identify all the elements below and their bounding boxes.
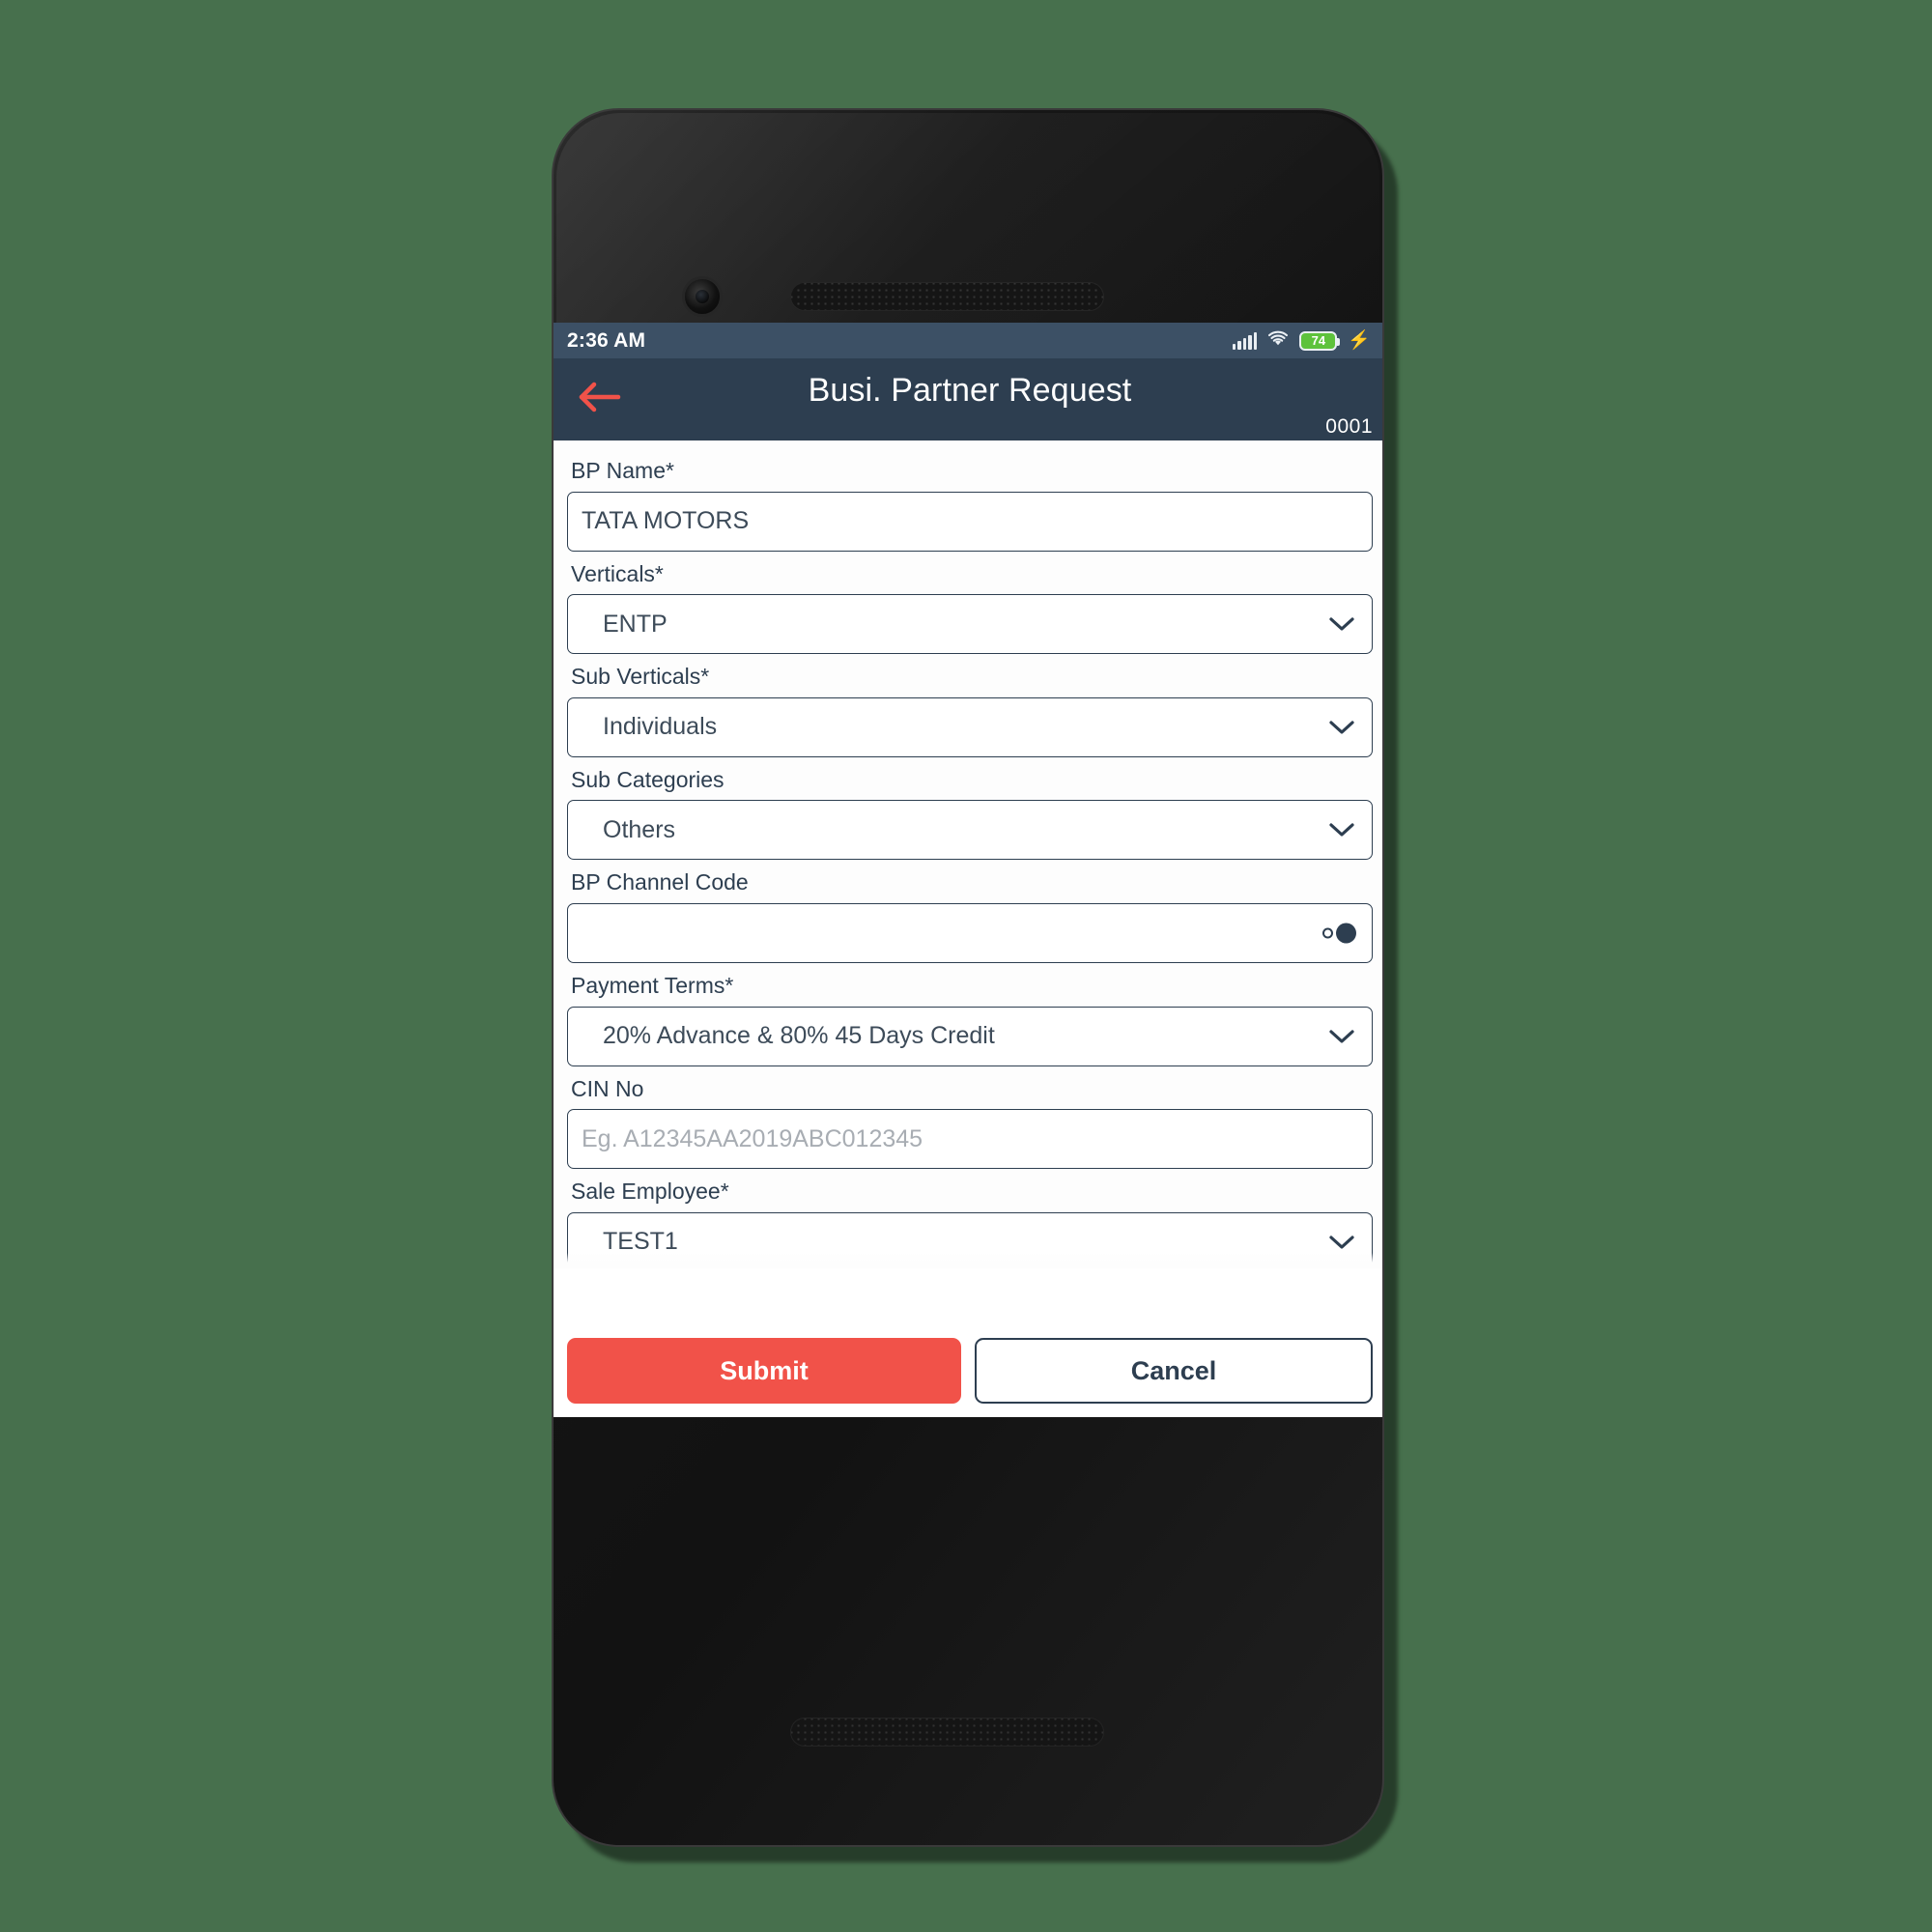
payment-terms-value: 20% Advance & 80% 45 Days Credit <box>603 1022 995 1050</box>
front-camera-icon <box>682 276 723 317</box>
cancel-button[interactable]: Cancel <box>975 1338 1373 1404</box>
app-header: Busi. Partner Request 0001 <box>554 358 1382 440</box>
cin-no-input[interactable]: Eg. A12345AA2019ABC012345 <box>567 1109 1373 1170</box>
payment-terms-select[interactable]: 20% Advance & 80% 45 Days Credit <box>567 1006 1373 1066</box>
field-bp-name: BP Name* TATA MOTORS <box>567 450 1373 552</box>
field-sub-categories: Sub Categories Others <box>567 759 1373 861</box>
sub-verticals-select[interactable]: Individuals <box>567 696 1373 757</box>
earpiece-speaker-grille <box>790 282 1104 311</box>
submit-button[interactable]: Submit <box>567 1338 961 1404</box>
sub-categories-value: Others <box>603 815 676 843</box>
field-bp-channel-code: BP Channel Code <box>567 862 1373 963</box>
sale-employee-select[interactable]: TEST1 <box>567 1211 1373 1268</box>
field-payment-terms: Payment Terms* 20% Advance & 80% 45 Days… <box>567 965 1373 1066</box>
phone-body: 2:36 AM 74 ⚡ Busi. Partner Request 0001 … <box>552 108 1384 1847</box>
dual-circle-icon[interactable] <box>1322 923 1356 944</box>
field-label: BP Name* <box>571 458 674 483</box>
form-content: BP Name* TATA MOTORS Verticals* ENTP Sub… <box>554 440 1382 1268</box>
field-sub-verticals: Sub Verticals* Individuals <box>567 656 1373 757</box>
field-cin-no: CIN No Eg. A12345AA2019ABC012345 <box>567 1068 1373 1170</box>
sale-employee-value: TEST1 <box>603 1228 678 1256</box>
verticals-value: ENTP <box>603 610 668 638</box>
field-label: Payment Terms* <box>571 972 734 998</box>
sub-categories-select[interactable]: Others <box>567 800 1373 861</box>
status-time: 2:36 AM <box>567 328 646 352</box>
sub-verticals-value: Individuals <box>603 713 718 741</box>
request-code: 0001 <box>1325 415 1373 438</box>
status-icons: 74 ⚡ <box>1232 330 1371 352</box>
verticals-select[interactable]: ENTP <box>567 594 1373 655</box>
phone-device: 2:36 AM 74 ⚡ Busi. Partner Request 0001 … <box>552 108 1398 1862</box>
field-label: Sub Categories <box>571 766 724 792</box>
field-verticals: Verticals* ENTP <box>567 554 1373 655</box>
phone-screen: 2:36 AM 74 ⚡ Busi. Partner Request 0001 … <box>554 323 1382 1417</box>
field-label: Verticals* <box>571 560 664 586</box>
status-bar: 2:36 AM 74 ⚡ <box>554 323 1382 358</box>
page-title: Busi. Partner Request <box>808 372 1132 409</box>
field-label: Sub Verticals* <box>571 664 710 690</box>
cin-no-placeholder: Eg. A12345AA2019ABC012345 <box>582 1124 923 1152</box>
field-sale-employee: Sale Employee* TEST1 <box>567 1171 1373 1268</box>
battery-icon: 74 <box>1299 330 1341 351</box>
signal-icon <box>1232 331 1258 350</box>
field-label: BP Channel Code <box>571 869 749 895</box>
action-bar: Submit Cancel <box>554 1324 1382 1417</box>
battery-level: 74 <box>1311 333 1326 348</box>
bp-name-input[interactable]: TATA MOTORS <box>567 491 1373 552</box>
form-scroll-area[interactable]: BP Name* TATA MOTORS Verticals* ENTP Sub… <box>554 440 1382 1268</box>
bp-name-value: TATA MOTORS <box>582 507 750 535</box>
bottom-speaker-grille <box>790 1718 1104 1747</box>
charging-bolt-icon: ⚡ <box>1348 330 1371 351</box>
bp-channel-code-input[interactable] <box>567 902 1373 963</box>
wifi-icon <box>1267 330 1289 352</box>
field-label: Sale Employee* <box>571 1179 729 1205</box>
field-label: CIN No <box>571 1075 644 1101</box>
